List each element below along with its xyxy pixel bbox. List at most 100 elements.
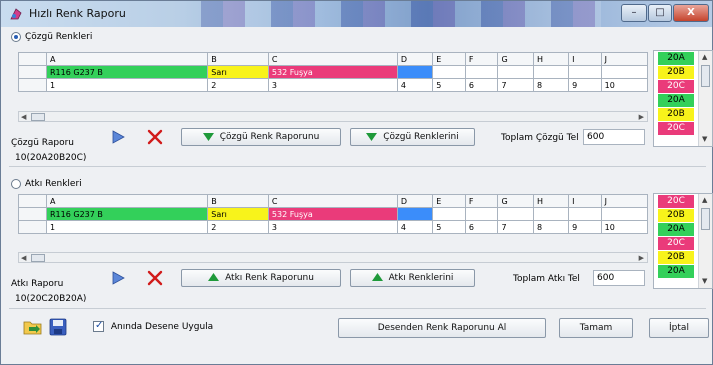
index-cell[interactable]: 6 bbox=[464, 220, 499, 234]
color-cell[interactable] bbox=[432, 65, 466, 79]
row-header[interactable] bbox=[18, 207, 47, 221]
color-cell[interactable]: 532 Fuşya bbox=[267, 65, 398, 79]
column-header[interactable]: D bbox=[396, 52, 434, 66]
color-cell[interactable] bbox=[464, 65, 499, 79]
scrollbar-thumb[interactable] bbox=[701, 208, 710, 230]
column-header[interactable]: B bbox=[207, 194, 269, 208]
weft-colors-button[interactable]: Atkı Renklerini bbox=[350, 269, 475, 287]
warp-colors-button[interactable]: Çözgü Renklerini bbox=[350, 128, 475, 146]
column-header[interactable]: D bbox=[396, 194, 434, 208]
index-cell[interactable]: 10 bbox=[600, 220, 649, 234]
column-header[interactable]: I bbox=[568, 52, 602, 66]
warp-radio-indicator[interactable] bbox=[11, 32, 21, 42]
index-cell[interactable]: 2 bbox=[207, 78, 269, 92]
scrollbar-thumb[interactable] bbox=[701, 65, 710, 87]
warp-colors-radio[interactable]: Çözgü Renkleri bbox=[11, 32, 92, 46]
index-cell[interactable]: 3 bbox=[267, 220, 398, 234]
swatch-item[interactable]: 20B bbox=[658, 209, 694, 222]
open-folder-icon[interactable] bbox=[23, 318, 43, 336]
weft-horizontal-scrollbar[interactable]: ◀ ▶ bbox=[18, 252, 648, 263]
column-header[interactable]: J bbox=[600, 52, 649, 66]
color-cell-selected[interactable] bbox=[396, 65, 434, 79]
swatch-item[interactable]: 20C bbox=[658, 195, 694, 208]
scrollbar-thumb[interactable] bbox=[31, 254, 45, 262]
minimize-button[interactable]: – bbox=[621, 4, 647, 22]
swatch-item[interactable]: 20B bbox=[658, 251, 694, 264]
weft-swatch-list[interactable]: 20C 20B 20A 20C 20B 20A ▲ ▼ bbox=[653, 193, 713, 289]
swatch-item[interactable]: 20C bbox=[658, 237, 694, 250]
scroll-up-icon[interactable]: ▲ bbox=[702, 53, 707, 61]
index-cell[interactable]: 7 bbox=[497, 220, 535, 234]
column-header[interactable]: A bbox=[45, 194, 209, 208]
swatch-item[interactable]: 20B bbox=[658, 108, 694, 121]
index-cell[interactable]: 5 bbox=[432, 78, 466, 92]
color-cell[interactable]: 532 Fuşya bbox=[267, 207, 398, 221]
column-header[interactable]: E bbox=[432, 52, 466, 66]
play-icon[interactable] bbox=[109, 270, 127, 286]
color-cell[interactable] bbox=[464, 207, 499, 221]
warp-color-report-button[interactable]: Çözgü Renk Raporunu bbox=[181, 128, 341, 146]
column-header[interactable]: G bbox=[497, 52, 535, 66]
column-header[interactable]: E bbox=[432, 194, 466, 208]
index-cell[interactable]: 5 bbox=[432, 220, 466, 234]
swatch-item[interactable]: 20C bbox=[658, 122, 694, 135]
index-cell[interactable]: 2 bbox=[207, 220, 269, 234]
color-cell[interactable] bbox=[533, 65, 570, 79]
swatch-item[interactable]: 20A bbox=[658, 223, 694, 236]
column-header[interactable]: G bbox=[497, 194, 535, 208]
color-cell[interactable]: R116 G237 B bbox=[45, 65, 209, 79]
ok-button[interactable]: Tamam bbox=[559, 318, 633, 338]
delete-icon[interactable] bbox=[146, 129, 164, 145]
warp-total-field[interactable]: 600 bbox=[583, 129, 645, 145]
index-cell[interactable]: 8 bbox=[533, 78, 570, 92]
maximize-button[interactable]: □ bbox=[648, 4, 672, 22]
play-icon[interactable] bbox=[109, 129, 127, 145]
index-cell[interactable]: 7 bbox=[497, 78, 535, 92]
index-cell[interactable]: 9 bbox=[568, 78, 602, 92]
color-cell[interactable] bbox=[497, 65, 535, 79]
warp-horizontal-scrollbar[interactable]: ◀ ▶ bbox=[18, 111, 648, 122]
scroll-up-icon[interactable]: ▲ bbox=[702, 196, 707, 204]
scroll-right-icon[interactable]: ▶ bbox=[639, 253, 644, 263]
save-icon[interactable] bbox=[49, 318, 67, 336]
column-header[interactable]: C bbox=[267, 52, 398, 66]
row-header[interactable] bbox=[18, 65, 47, 79]
color-cell-selected[interactable] bbox=[396, 207, 434, 221]
swatch-item[interactable]: 20C bbox=[658, 80, 694, 93]
scroll-left-icon[interactable]: ◀ bbox=[21, 253, 26, 263]
swatch-item[interactable]: 20A bbox=[658, 94, 694, 107]
column-header[interactable]: C bbox=[267, 194, 398, 208]
swatch-item[interactable]: 20A bbox=[658, 265, 694, 278]
row-header[interactable] bbox=[18, 78, 47, 92]
column-header[interactable]: H bbox=[533, 194, 570, 208]
column-header[interactable]: I bbox=[568, 194, 602, 208]
color-cell[interactable]: Sarı bbox=[207, 65, 269, 79]
index-cell[interactable]: 6 bbox=[464, 78, 499, 92]
swatch-item[interactable]: 20A bbox=[658, 52, 694, 65]
color-cell[interactable] bbox=[568, 207, 602, 221]
scroll-right-icon[interactable]: ▶ bbox=[639, 112, 644, 122]
color-cell[interactable] bbox=[533, 207, 570, 221]
index-cell[interactable]: 1 bbox=[45, 78, 209, 92]
index-cell[interactable]: 1 bbox=[45, 220, 209, 234]
color-cell[interactable] bbox=[600, 65, 649, 79]
scrollbar-thumb[interactable] bbox=[31, 113, 45, 121]
apply-to-pattern-checkbox[interactable]: Anında Desene Uygula bbox=[93, 320, 213, 332]
scroll-down-icon[interactable]: ▼ bbox=[702, 277, 707, 285]
weft-total-field[interactable]: 600 bbox=[593, 270, 645, 286]
weft-color-report-button[interactable]: Atkı Renk Raporunu bbox=[181, 269, 341, 287]
scroll-left-icon[interactable]: ◀ bbox=[21, 112, 26, 122]
index-cell[interactable]: 9 bbox=[568, 220, 602, 234]
column-header[interactable]: B bbox=[207, 52, 269, 66]
apply-checkbox-box[interactable] bbox=[93, 320, 104, 332]
column-header[interactable]: H bbox=[533, 52, 570, 66]
get-report-from-pattern-button[interactable]: Desenden Renk Raporunu Al bbox=[338, 318, 546, 338]
column-header[interactable]: J bbox=[600, 194, 649, 208]
column-header[interactable]: F bbox=[464, 194, 499, 208]
column-header[interactable]: F bbox=[464, 52, 499, 66]
delete-icon[interactable] bbox=[146, 270, 164, 286]
color-cell[interactable]: Sarı bbox=[207, 207, 269, 221]
color-cell[interactable] bbox=[432, 207, 466, 221]
close-button[interactable]: X bbox=[673, 4, 709, 22]
index-cell[interactable]: 4 bbox=[396, 220, 434, 234]
